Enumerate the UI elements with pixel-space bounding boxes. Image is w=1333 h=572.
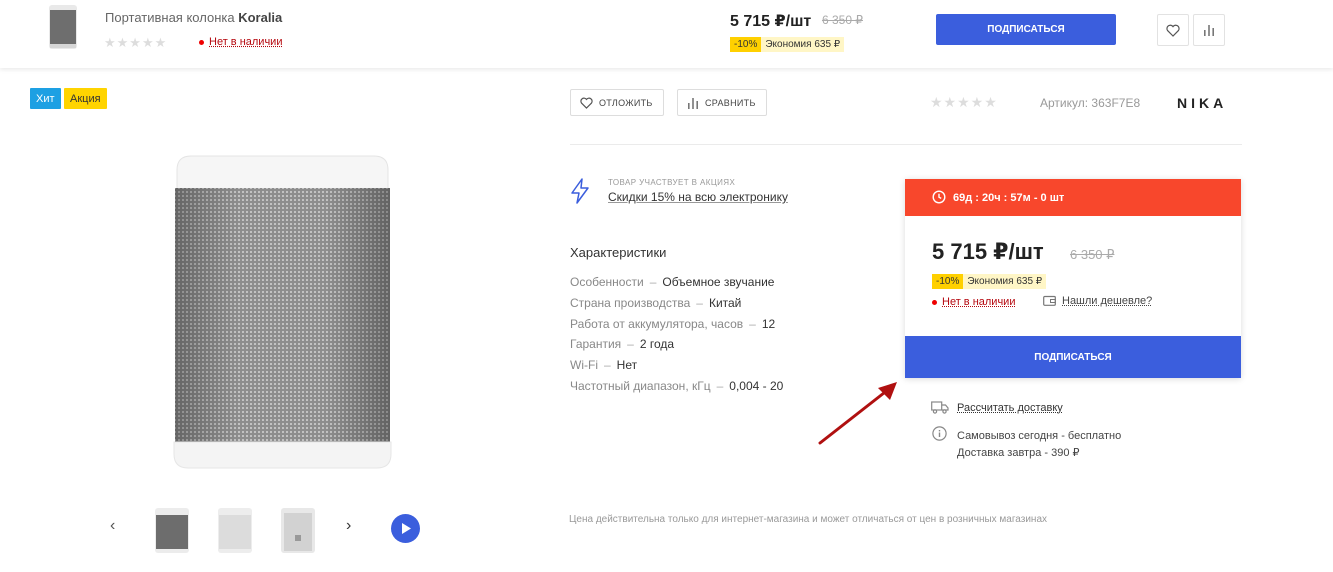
char-key: Особенности — [570, 275, 644, 289]
annotation-arrow-icon — [818, 382, 897, 445]
characteristics-heading: Характеристики — [570, 245, 667, 260]
delivery-tomorrow: Доставка завтра - 390 ₽ — [957, 447, 1080, 459]
availability-text: Нет в наличии — [209, 36, 283, 48]
discount-badge: -10% Экономия 635 ₽ — [730, 34, 845, 52]
discount-percent: -10% — [730, 37, 762, 52]
gallery-thumb-3[interactable] — [280, 507, 316, 554]
compare-action-button[interactable]: СРАВНИТЬ — [677, 89, 767, 116]
char-value: 12 — [761, 317, 776, 331]
compare-label: СРАВНИТЬ — [705, 97, 756, 108]
old-price: 6 350 ₽ — [822, 13, 863, 27]
divider — [570, 144, 1242, 145]
char-dash: – — [627, 337, 634, 351]
buy-discount-badge: -10% Экономия 635 ₽ — [932, 271, 1047, 289]
pickup-today: Самовывоз сегодня - бесплатно — [957, 430, 1122, 442]
char-row: Частотный диапазон, кГц –0,004 - 20 — [570, 379, 783, 393]
char-key: Работа от аккумулятора, часов — [570, 317, 744, 331]
char-dash: – — [603, 358, 611, 372]
product-image[interactable] — [173, 154, 392, 469]
heart-icon — [580, 97, 593, 109]
bar-chart-icon — [688, 97, 698, 109]
char-key: Гарантия — [570, 337, 622, 351]
availability-link[interactable]: Нет в наличии — [199, 36, 282, 48]
rating-stars: ★★★★★ — [104, 35, 168, 50]
char-dash: – — [716, 379, 724, 393]
found-cheaper-text: Нашли дешевле? — [1062, 295, 1153, 307]
char-value: Нет — [616, 358, 638, 372]
char-key: Страна производства — [570, 296, 691, 310]
wallet-icon — [1043, 295, 1056, 306]
favorite-button[interactable] — [1157, 14, 1189, 46]
buy-price: 5 715 ₽/шт — [932, 239, 1044, 264]
pickup-info: Самовывоз сегодня - бесплатно Доставка з… — [957, 428, 1121, 462]
badge-hit: Хит — [30, 88, 61, 109]
postpone-button[interactable]: ОТЛОЖИТЬ — [570, 89, 664, 116]
badge-promo: Акция — [64, 88, 107, 109]
product-title: Портативная колонка Koralia — [105, 10, 282, 25]
char-dash: – — [749, 317, 756, 331]
char-row: Wi-Fi – Нет — [570, 358, 637, 372]
char-value: 2 года — [639, 337, 675, 351]
video-play-button[interactable] — [391, 514, 420, 543]
sku-value: 363F7E8 — [1091, 96, 1141, 110]
heart-icon — [1166, 24, 1180, 37]
postpone-label: ОТЛОЖИТЬ — [599, 97, 653, 108]
promo-timer: 69д : 20ч : 57м - 0 шт — [905, 179, 1241, 216]
discount-savings: Экономия 635 ₽ — [761, 37, 845, 52]
gallery-thumb-1[interactable] — [154, 507, 190, 554]
char-value: Объемное звучание — [662, 275, 775, 289]
promo-caption: ТОВАР УЧАСТВУЕТ В АКЦИЯХ — [608, 178, 736, 187]
char-dash: – — [696, 296, 703, 310]
status-dot — [932, 299, 937, 305]
char-dash: – — [649, 275, 657, 289]
lightning-icon — [571, 178, 589, 204]
found-cheaper-link[interactable]: Нашли дешевле? — [1043, 295, 1152, 307]
char-row: Страна производства – Китай — [570, 296, 741, 310]
truck-icon — [931, 401, 949, 414]
buy-subscribe-button[interactable]: ПОДПИСАТЬСЯ — [905, 336, 1241, 378]
gallery-next-button[interactable]: › — [346, 517, 351, 535]
buy-availability-link[interactable]: Нет в наличии — [932, 296, 1015, 308]
title-brand: Koralia — [238, 10, 283, 25]
char-row: Работа от аккумулятора, часов –12 — [570, 317, 775, 331]
bar-chart-icon — [1204, 25, 1214, 36]
product-thumbnail[interactable] — [48, 5, 78, 49]
sku: Артикул: 363F7E8 — [1040, 96, 1140, 110]
play-icon — [401, 523, 411, 534]
price: 5 715 ₽/шт — [730, 13, 812, 30]
availability-text: Нет в наличии — [942, 296, 1016, 308]
brand-logo[interactable]: NIKA — [1177, 95, 1227, 111]
char-value: Китай — [708, 296, 742, 310]
price-disclaimer: Цена действительна только для интернет-м… — [569, 514, 1048, 525]
title-prefix: Портативная колонка — [105, 10, 235, 25]
sku-label: Артикул: — [1040, 96, 1089, 110]
discount-savings: Экономия 635 ₽ — [963, 274, 1047, 289]
char-key: Частотный диапазон, кГц — [570, 379, 711, 393]
timer-text: 69д : 20ч : 57м - 0 шт — [953, 191, 1065, 204]
promo-link[interactable]: Скидки 15% на всю электронику — [608, 190, 788, 204]
buy-old-price: 6 350 ₽ — [1070, 247, 1115, 262]
compare-button[interactable] — [1193, 14, 1225, 46]
info-icon — [932, 426, 947, 441]
product-rating-stars[interactable]: ★★★★★ — [930, 94, 998, 111]
char-key: Wi-Fi — [570, 358, 598, 372]
clock-icon — [932, 190, 946, 204]
char-row: Гарантия –2 года — [570, 337, 674, 351]
discount-percent: -10% — [932, 274, 964, 289]
char-row: Особенности – Объемное звучание — [570, 275, 774, 289]
buy-box: 69д : 20ч : 57м - 0 шт 5 715 ₽/шт 6 350 … — [905, 179, 1241, 378]
char-value: 0,004 - 20 — [729, 379, 784, 393]
calc-delivery-link[interactable]: Рассчитать доставку — [957, 402, 1063, 414]
sticky-product-header: Портативная колонка Koralia ★★★★★ Нет в … — [0, 0, 1333, 68]
subscribe-button[interactable]: ПОДПИСАТЬСЯ — [936, 14, 1116, 45]
gallery-prev-button[interactable]: ‹ — [110, 517, 115, 535]
status-dot — [199, 39, 204, 45]
gallery-thumb-2[interactable] — [217, 507, 253, 554]
